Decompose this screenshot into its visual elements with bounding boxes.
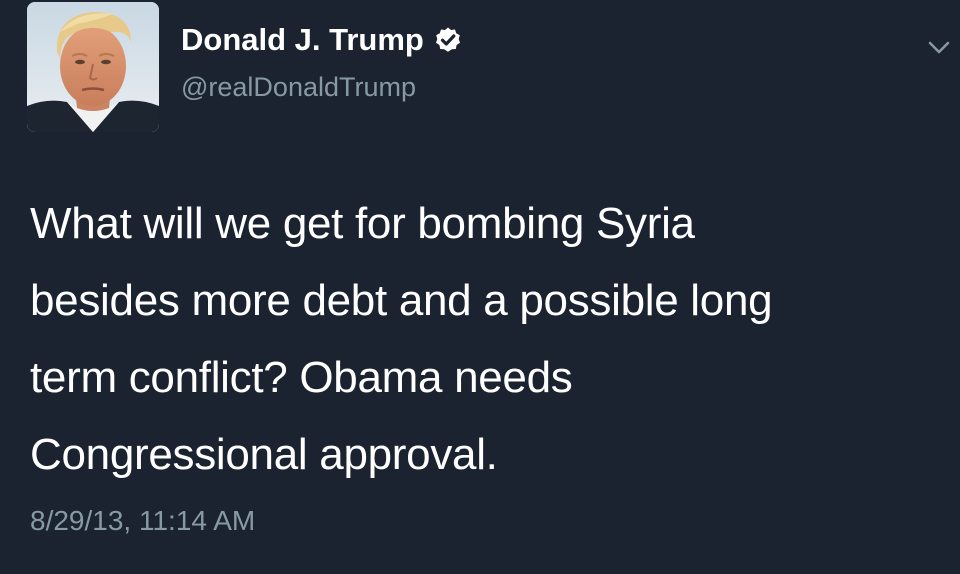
author-handle[interactable]: @realDonaldTrump <box>181 72 416 103</box>
tweet-text-line: term conflict? Obama needs <box>30 353 573 402</box>
avatar-image-icon <box>27 2 159 132</box>
tweet-text-line: besides more debt and a possible long <box>30 276 773 325</box>
author-avatar[interactable] <box>27 2 159 132</box>
author-display-name[interactable]: Donald J. Trump <box>181 22 424 58</box>
author-name-row[interactable]: Donald J. Trump <box>181 22 462 58</box>
tweet-text: What will we get for bombing Syria besid… <box>30 185 930 493</box>
tweet-card: Donald J. Trump @realDonaldTrump What wi… <box>0 0 960 574</box>
chevron-down-icon[interactable] <box>926 34 952 60</box>
verified-badge-icon <box>434 26 462 54</box>
tweet-text-line: Congressional approval. <box>30 430 498 479</box>
tweet-timestamp[interactable]: 8/29/13, 11:14 AM <box>30 505 255 537</box>
tweet-text-line: What will we get for bombing Syria <box>30 199 695 248</box>
